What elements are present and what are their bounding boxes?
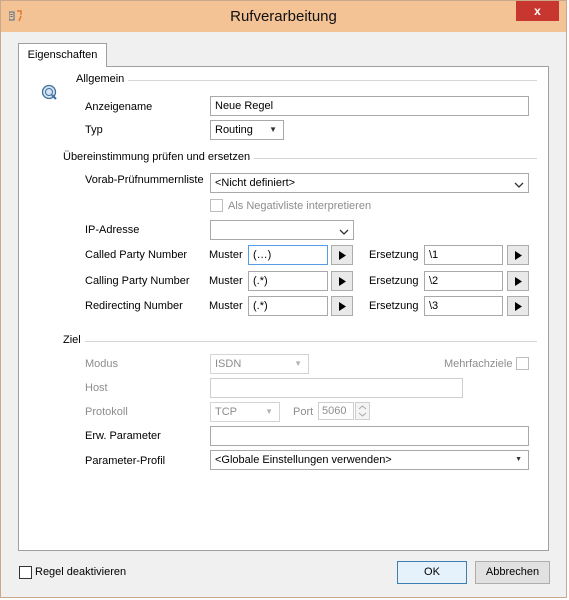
redirecting-pattern-input[interactable]: (.*) (248, 296, 328, 316)
param-profile-label: Parameter-Profil (85, 455, 166, 467)
called-pattern-input[interactable]: (…) (248, 245, 328, 265)
spinner-arrows-icon (358, 405, 367, 417)
ext-params-input[interactable] (210, 426, 529, 446)
dropdown-arrow-icon: ▼ (265, 407, 273, 416)
play-arrow-icon (339, 302, 346, 311)
called-party-label: Called Party Number (85, 249, 188, 261)
name-input[interactable]: Neue Regel (210, 96, 529, 116)
match-heading: Übereinstimmung prüfen und ersetzen (63, 151, 255, 163)
called-pattern-button[interactable] (331, 245, 353, 265)
play-arrow-icon (515, 277, 522, 286)
multi-target-checkbox[interactable] (516, 357, 529, 370)
redirecting-replace-button[interactable] (507, 296, 529, 316)
redirecting-label: Redirecting Number (85, 300, 183, 312)
cancel-button[interactable]: Abbrechen (475, 561, 550, 584)
replace-label: Ersetzung (369, 249, 419, 261)
redirecting-replace-input[interactable]: \3 (424, 296, 503, 316)
ok-button[interactable]: OK (397, 561, 467, 584)
negative-list-checkbox[interactable] (210, 199, 223, 212)
pattern-label: Muster (209, 249, 243, 261)
ip-select[interactable] (210, 220, 354, 240)
close-button[interactable]: x (516, 1, 559, 21)
close-icon: x (534, 4, 541, 18)
window-title: Rufverarbeitung (230, 8, 337, 25)
calling-party-label: Calling Party Number (85, 275, 190, 287)
ip-label: IP-Adresse (85, 224, 140, 236)
disable-rule-checkbox[interactable] (19, 566, 32, 579)
replace-label: Ersetzung (369, 300, 419, 312)
play-arrow-icon (515, 302, 522, 311)
negative-list-label: Als Negativliste interpretieren (228, 200, 372, 212)
calling-replace-button[interactable] (507, 271, 529, 291)
protocol-value: TCP (215, 406, 237, 418)
general-heading: Allgemein (76, 73, 129, 85)
properties-panel: Allgemein Anzeigename Neue Regel Typ Rou… (18, 66, 549, 551)
redirecting-pattern-button[interactable] (331, 296, 353, 316)
dialog-window: Rufverarbeitung x Eigenschaften Allgemei… (0, 0, 567, 598)
dropdown-arrow-icon: ▼ (294, 359, 302, 368)
dropdown-arrow-icon: ▼ (515, 456, 522, 463)
chevron-down-icon (514, 178, 524, 188)
port-input[interactable]: 5060 (318, 402, 354, 420)
dropdown-arrow-icon: ▼ (269, 125, 277, 134)
mode-label: Modus (85, 358, 119, 370)
mode-value: ISDN (215, 358, 242, 370)
type-label: Typ (85, 124, 103, 136)
called-replace-button[interactable] (507, 245, 529, 265)
type-value: Routing (215, 124, 253, 136)
play-arrow-icon (339, 277, 346, 286)
mode-select[interactable]: ISDN ▼ (210, 354, 309, 374)
called-replace-input[interactable]: \1 (424, 245, 503, 265)
calling-pattern-input[interactable]: (.*) (248, 271, 328, 291)
pattern-label: Muster (209, 275, 243, 287)
protocol-select[interactable]: TCP ▼ (210, 402, 280, 422)
target-heading: Ziel (63, 334, 85, 346)
protocol-label: Protokoll (85, 406, 128, 418)
play-arrow-icon (515, 251, 522, 260)
prefix-list-label: Vorab-Prüfnummernliste (85, 174, 204, 186)
host-label: Host (85, 382, 108, 394)
calling-pattern-button[interactable] (331, 271, 353, 291)
disable-rule-label: Regel deaktivieren (35, 566, 127, 578)
host-input[interactable] (210, 378, 463, 398)
port-label: Port (293, 406, 314, 418)
calling-replace-input[interactable]: \2 (424, 271, 503, 291)
ext-params-label: Erw. Parameter (85, 430, 161, 442)
replace-label: Ersetzung (369, 275, 419, 287)
title-bar[interactable]: Rufverarbeitung x (1, 1, 566, 32)
port-spinner[interactable] (355, 402, 370, 420)
tab-eigenschaften[interactable]: Eigenschaften (18, 43, 107, 67)
multi-target-label: Mehrfachziele (444, 358, 513, 370)
type-select[interactable]: Routing ▼ (210, 120, 284, 140)
prefix-list-select[interactable]: <Nicht definiert> (210, 173, 529, 193)
chevron-down-icon (339, 225, 349, 235)
param-profile-select[interactable]: <Globale Einstellungen verwenden> ▼ (210, 450, 529, 470)
prefix-list-value: <Nicht definiert> (215, 177, 296, 189)
name-label: Anzeigename (85, 101, 153, 113)
play-arrow-icon (339, 251, 346, 260)
rule-icon (41, 84, 58, 104)
pattern-label: Muster (209, 300, 243, 312)
param-profile-value: <Globale Einstellungen verwenden> (215, 454, 392, 466)
